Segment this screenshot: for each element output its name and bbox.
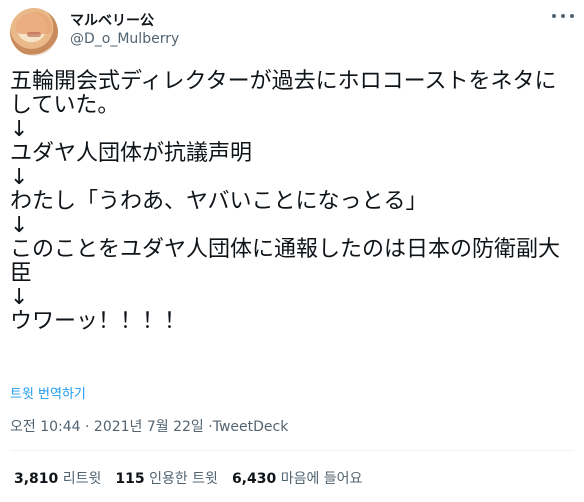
tweet-meta: 오전 10:44 · 2021년 7월 22일 ·TweetDeck [10, 416, 288, 436]
likes-label: 마음에 들어요 [280, 471, 363, 487]
tweet-line: ↓ [10, 117, 29, 142]
retweets-label: 리트윗 [62, 471, 102, 487]
quotes-stat[interactable]: 115 인용한 트윗 [115, 468, 218, 488]
meta-separator: · [85, 419, 90, 435]
tweet-line: ユダヤ人団体が抗議声明 [10, 141, 253, 166]
divider [10, 450, 574, 451]
quotes-count: 115 [115, 471, 145, 487]
tweet-line: ↓ [10, 213, 29, 238]
avatar[interactable] [10, 8, 58, 56]
retweets-stat[interactable]: 3,810 리트윗 [14, 468, 101, 488]
tweet-container: マルベリー公 @D_o_Mulberry 五輪開会式ディレクターが過去にホロコー… [0, 0, 584, 502]
tweet-line: ↓ [10, 165, 29, 190]
tweet-line: ウワーッ！！！！ [10, 309, 187, 334]
likes-count: 6,430 [231, 471, 277, 487]
display-name[interactable]: マルベリー公 [70, 10, 154, 30]
likes-stat[interactable]: 6,430 마음에 들어요 [232, 468, 362, 488]
tweet-time[interactable]: 오전 10:44 [10, 419, 81, 435]
tweet-text: 五輪開会式ディレクターが過去にホロコーストをネタにしていた。 ↓ ユダヤ人団体が… [10, 70, 576, 334]
quotes-label: 인용한 트윗 [149, 471, 218, 487]
more-options-icon[interactable] [552, 9, 574, 23]
user-handle[interactable]: @D_o_Mulberry [70, 31, 179, 47]
tweet-source[interactable]: TweetDeck [213, 419, 289, 435]
translate-tweet-link[interactable]: 트윗 번역하기 [10, 383, 86, 402]
tweet-line: わたし「うわあ、ヤバいことになっとる」 [10, 189, 428, 214]
tweet-line: 五輪開会式ディレクターが過去にホロコーストをネタにしていた。 [10, 69, 557, 118]
tweet-line: このことをユダヤ人団体に通報したのは日本の防衛副大臣 [10, 237, 561, 286]
tweet-date[interactable]: 2021년 7월 22일 [94, 419, 204, 435]
tweet-line: ↓ [10, 285, 29, 310]
retweets-count: 3,810 [14, 471, 59, 487]
tweet-stats: 3,810 리트윗 115 인용한 트윗 6,430 마음에 들어요 [14, 468, 362, 488]
